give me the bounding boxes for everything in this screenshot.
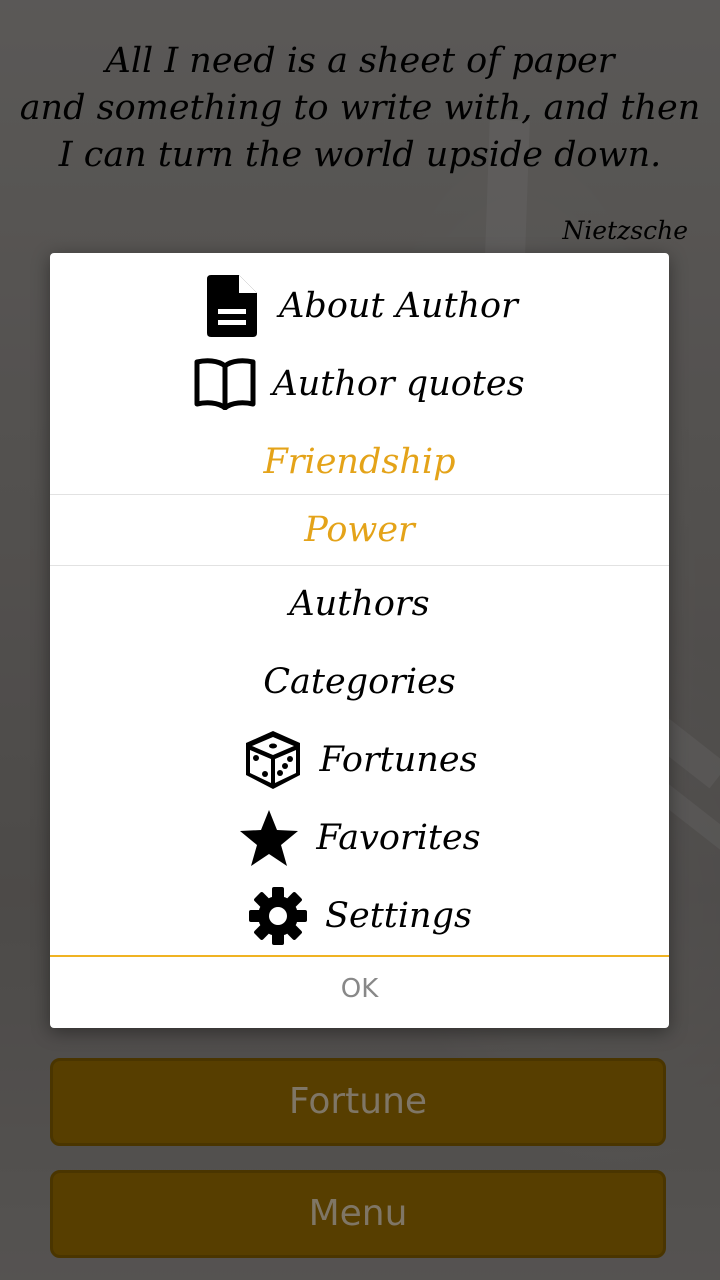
menu-item-label: Settings <box>325 896 472 936</box>
menu-item-label: Fortunes <box>319 740 478 780</box>
menu-dialog: About Author Author quotes Friendship Po… <box>50 253 669 1028</box>
ok-button[interactable]: OK <box>50 957 669 1025</box>
dice-icon <box>242 729 304 791</box>
quote-line: and something to write with, and then <box>19 88 701 128</box>
book-icon <box>194 353 256 415</box>
menu-item-author-quotes[interactable]: Author quotes <box>50 345 669 423</box>
menu-item-fortunes[interactable]: Fortunes <box>50 721 669 799</box>
menu-item-power[interactable]: Power <box>50 494 669 565</box>
menu-item-label: Power <box>304 509 415 550</box>
menu-button[interactable]: Menu <box>50 1170 666 1258</box>
menu-item-label: Favorites <box>316 818 481 858</box>
gear-icon <box>247 885 309 947</box>
quote-line: All I need is a sheet of paper <box>105 41 615 81</box>
menu-item-favorites[interactable]: Favorites <box>50 799 669 877</box>
menu-item-label: About Author <box>279 286 518 326</box>
menu-item-categories[interactable]: Categories <box>50 643 669 721</box>
menu-item-settings[interactable]: Settings <box>50 877 669 955</box>
menu-item-label: Friendship <box>263 442 456 482</box>
menu-item-authors[interactable]: Authors <box>50 565 669 643</box>
star-icon <box>238 807 300 869</box>
quote-text: All I need is a sheet of paper and somet… <box>0 38 720 179</box>
quote-author: Nietzsche <box>562 216 688 245</box>
menu-item-about-author[interactable]: About Author <box>50 267 669 345</box>
document-icon <box>201 275 263 337</box>
menu-item-label: Authors <box>289 584 430 624</box>
menu-item-label: Categories <box>263 662 456 702</box>
quote-line: I can turn the world upside down. <box>58 135 662 175</box>
menu-item-friendship[interactable]: Friendship <box>50 423 669 501</box>
menu-item-label: Author quotes <box>272 364 525 404</box>
fortune-button[interactable]: Fortune <box>50 1058 666 1146</box>
